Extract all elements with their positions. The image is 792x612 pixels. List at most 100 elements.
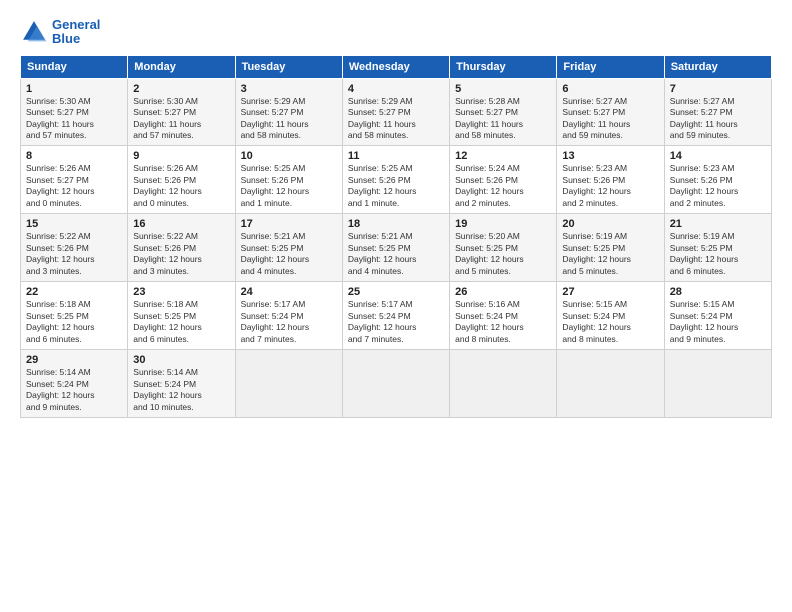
- calendar-row: 1Sunrise: 5:30 AMSunset: 5:27 PMDaylight…: [21, 78, 772, 146]
- day-info: Sunrise: 5:23 AMSunset: 5:26 PMDaylight:…: [562, 163, 658, 209]
- calendar-cell: [450, 350, 557, 418]
- day-info: Sunrise: 5:25 AMSunset: 5:26 PMDaylight:…: [241, 163, 337, 209]
- day-number: 5: [455, 83, 551, 95]
- day-info: Sunrise: 5:14 AMSunset: 5:24 PMDaylight:…: [26, 367, 122, 413]
- day-info: Sunrise: 5:17 AMSunset: 5:24 PMDaylight:…: [241, 299, 337, 345]
- calendar-cell: [342, 350, 449, 418]
- day-number: 15: [26, 218, 122, 230]
- day-number: 26: [455, 286, 551, 298]
- header-row: Sunday Monday Tuesday Wednesday Thursday…: [21, 55, 772, 78]
- day-number: 28: [670, 286, 766, 298]
- day-info: Sunrise: 5:15 AMSunset: 5:24 PMDaylight:…: [562, 299, 658, 345]
- col-saturday: Saturday: [664, 55, 771, 78]
- calendar-cell: 6Sunrise: 5:27 AMSunset: 5:27 PMDaylight…: [557, 78, 664, 146]
- col-tuesday: Tuesday: [235, 55, 342, 78]
- day-number: 6: [562, 83, 658, 95]
- day-number: 19: [455, 218, 551, 230]
- day-info: Sunrise: 5:18 AMSunset: 5:25 PMDaylight:…: [26, 299, 122, 345]
- calendar-cell: [664, 350, 771, 418]
- day-info: Sunrise: 5:24 AMSunset: 5:26 PMDaylight:…: [455, 163, 551, 209]
- day-info: Sunrise: 5:30 AMSunset: 5:27 PMDaylight:…: [133, 96, 229, 142]
- day-number: 16: [133, 218, 229, 230]
- day-number: 4: [348, 83, 444, 95]
- calendar-cell: 23Sunrise: 5:18 AMSunset: 5:25 PMDayligh…: [128, 282, 235, 350]
- day-info: Sunrise: 5:20 AMSunset: 5:25 PMDaylight:…: [455, 231, 551, 277]
- day-number: 14: [670, 150, 766, 162]
- calendar-row: 22Sunrise: 5:18 AMSunset: 5:25 PMDayligh…: [21, 282, 772, 350]
- day-info: Sunrise: 5:21 AMSunset: 5:25 PMDaylight:…: [241, 231, 337, 277]
- day-info: Sunrise: 5:27 AMSunset: 5:27 PMDaylight:…: [670, 96, 766, 142]
- day-number: 7: [670, 83, 766, 95]
- day-info: Sunrise: 5:26 AMSunset: 5:27 PMDaylight:…: [26, 163, 122, 209]
- col-wednesday: Wednesday: [342, 55, 449, 78]
- calendar-cell: 18Sunrise: 5:21 AMSunset: 5:25 PMDayligh…: [342, 214, 449, 282]
- calendar-cell: 16Sunrise: 5:22 AMSunset: 5:26 PMDayligh…: [128, 214, 235, 282]
- day-number: 10: [241, 150, 337, 162]
- day-info: Sunrise: 5:14 AMSunset: 5:24 PMDaylight:…: [133, 367, 229, 413]
- day-info: Sunrise: 5:21 AMSunset: 5:25 PMDaylight:…: [348, 231, 444, 277]
- calendar-cell: 7Sunrise: 5:27 AMSunset: 5:27 PMDaylight…: [664, 78, 771, 146]
- col-monday: Monday: [128, 55, 235, 78]
- day-number: 3: [241, 83, 337, 95]
- day-number: 22: [26, 286, 122, 298]
- day-info: Sunrise: 5:25 AMSunset: 5:26 PMDaylight:…: [348, 163, 444, 209]
- day-info: Sunrise: 5:19 AMSunset: 5:25 PMDaylight:…: [670, 231, 766, 277]
- header: General Blue: [20, 18, 772, 47]
- day-number: 9: [133, 150, 229, 162]
- calendar-cell: 14Sunrise: 5:23 AMSunset: 5:26 PMDayligh…: [664, 146, 771, 214]
- day-info: Sunrise: 5:19 AMSunset: 5:25 PMDaylight:…: [562, 231, 658, 277]
- calendar-cell: 21Sunrise: 5:19 AMSunset: 5:25 PMDayligh…: [664, 214, 771, 282]
- day-number: 30: [133, 354, 229, 366]
- calendar-cell: 26Sunrise: 5:16 AMSunset: 5:24 PMDayligh…: [450, 282, 557, 350]
- calendar-page: General Blue Sunday Monday Tuesday Wedne…: [0, 0, 792, 612]
- day-number: 17: [241, 218, 337, 230]
- calendar-cell: 24Sunrise: 5:17 AMSunset: 5:24 PMDayligh…: [235, 282, 342, 350]
- calendar-cell: 13Sunrise: 5:23 AMSunset: 5:26 PMDayligh…: [557, 146, 664, 214]
- day-info: Sunrise: 5:28 AMSunset: 5:27 PMDaylight:…: [455, 96, 551, 142]
- day-number: 27: [562, 286, 658, 298]
- calendar-cell: 30Sunrise: 5:14 AMSunset: 5:24 PMDayligh…: [128, 350, 235, 418]
- day-number: 23: [133, 286, 229, 298]
- day-number: 29: [26, 354, 122, 366]
- day-number: 8: [26, 150, 122, 162]
- day-number: 25: [348, 286, 444, 298]
- calendar-cell: 22Sunrise: 5:18 AMSunset: 5:25 PMDayligh…: [21, 282, 128, 350]
- calendar-cell: 3Sunrise: 5:29 AMSunset: 5:27 PMDaylight…: [235, 78, 342, 146]
- day-number: 21: [670, 218, 766, 230]
- calendar-cell: 10Sunrise: 5:25 AMSunset: 5:26 PMDayligh…: [235, 146, 342, 214]
- calendar-cell: 12Sunrise: 5:24 AMSunset: 5:26 PMDayligh…: [450, 146, 557, 214]
- calendar-row: 15Sunrise: 5:22 AMSunset: 5:26 PMDayligh…: [21, 214, 772, 282]
- calendar-cell: 4Sunrise: 5:29 AMSunset: 5:27 PMDaylight…: [342, 78, 449, 146]
- col-friday: Friday: [557, 55, 664, 78]
- day-number: 12: [455, 150, 551, 162]
- calendar-cell: [235, 350, 342, 418]
- day-number: 20: [562, 218, 658, 230]
- calendar-cell: 11Sunrise: 5:25 AMSunset: 5:26 PMDayligh…: [342, 146, 449, 214]
- day-number: 11: [348, 150, 444, 162]
- col-sunday: Sunday: [21, 55, 128, 78]
- day-info: Sunrise: 5:30 AMSunset: 5:27 PMDaylight:…: [26, 96, 122, 142]
- day-info: Sunrise: 5:23 AMSunset: 5:26 PMDaylight:…: [670, 163, 766, 209]
- calendar-cell: 8Sunrise: 5:26 AMSunset: 5:27 PMDaylight…: [21, 146, 128, 214]
- calendar-cell: 27Sunrise: 5:15 AMSunset: 5:24 PMDayligh…: [557, 282, 664, 350]
- day-info: Sunrise: 5:18 AMSunset: 5:25 PMDaylight:…: [133, 299, 229, 345]
- calendar-cell: 19Sunrise: 5:20 AMSunset: 5:25 PMDayligh…: [450, 214, 557, 282]
- calendar-row: 8Sunrise: 5:26 AMSunset: 5:27 PMDaylight…: [21, 146, 772, 214]
- calendar-table: Sunday Monday Tuesday Wednesday Thursday…: [20, 55, 772, 418]
- calendar-cell: 25Sunrise: 5:17 AMSunset: 5:24 PMDayligh…: [342, 282, 449, 350]
- day-info: Sunrise: 5:15 AMSunset: 5:24 PMDaylight:…: [670, 299, 766, 345]
- calendar-cell: 1Sunrise: 5:30 AMSunset: 5:27 PMDaylight…: [21, 78, 128, 146]
- calendar-cell: 17Sunrise: 5:21 AMSunset: 5:25 PMDayligh…: [235, 214, 342, 282]
- day-info: Sunrise: 5:22 AMSunset: 5:26 PMDaylight:…: [26, 231, 122, 277]
- logo-icon: [20, 18, 48, 46]
- day-number: 2: [133, 83, 229, 95]
- day-info: Sunrise: 5:16 AMSunset: 5:24 PMDaylight:…: [455, 299, 551, 345]
- logo-text: General Blue: [52, 18, 100, 47]
- calendar-cell: 9Sunrise: 5:26 AMSunset: 5:26 PMDaylight…: [128, 146, 235, 214]
- day-info: Sunrise: 5:29 AMSunset: 5:27 PMDaylight:…: [241, 96, 337, 142]
- day-info: Sunrise: 5:17 AMSunset: 5:24 PMDaylight:…: [348, 299, 444, 345]
- calendar-cell: 28Sunrise: 5:15 AMSunset: 5:24 PMDayligh…: [664, 282, 771, 350]
- calendar-cell: 5Sunrise: 5:28 AMSunset: 5:27 PMDaylight…: [450, 78, 557, 146]
- day-info: Sunrise: 5:26 AMSunset: 5:26 PMDaylight:…: [133, 163, 229, 209]
- day-number: 13: [562, 150, 658, 162]
